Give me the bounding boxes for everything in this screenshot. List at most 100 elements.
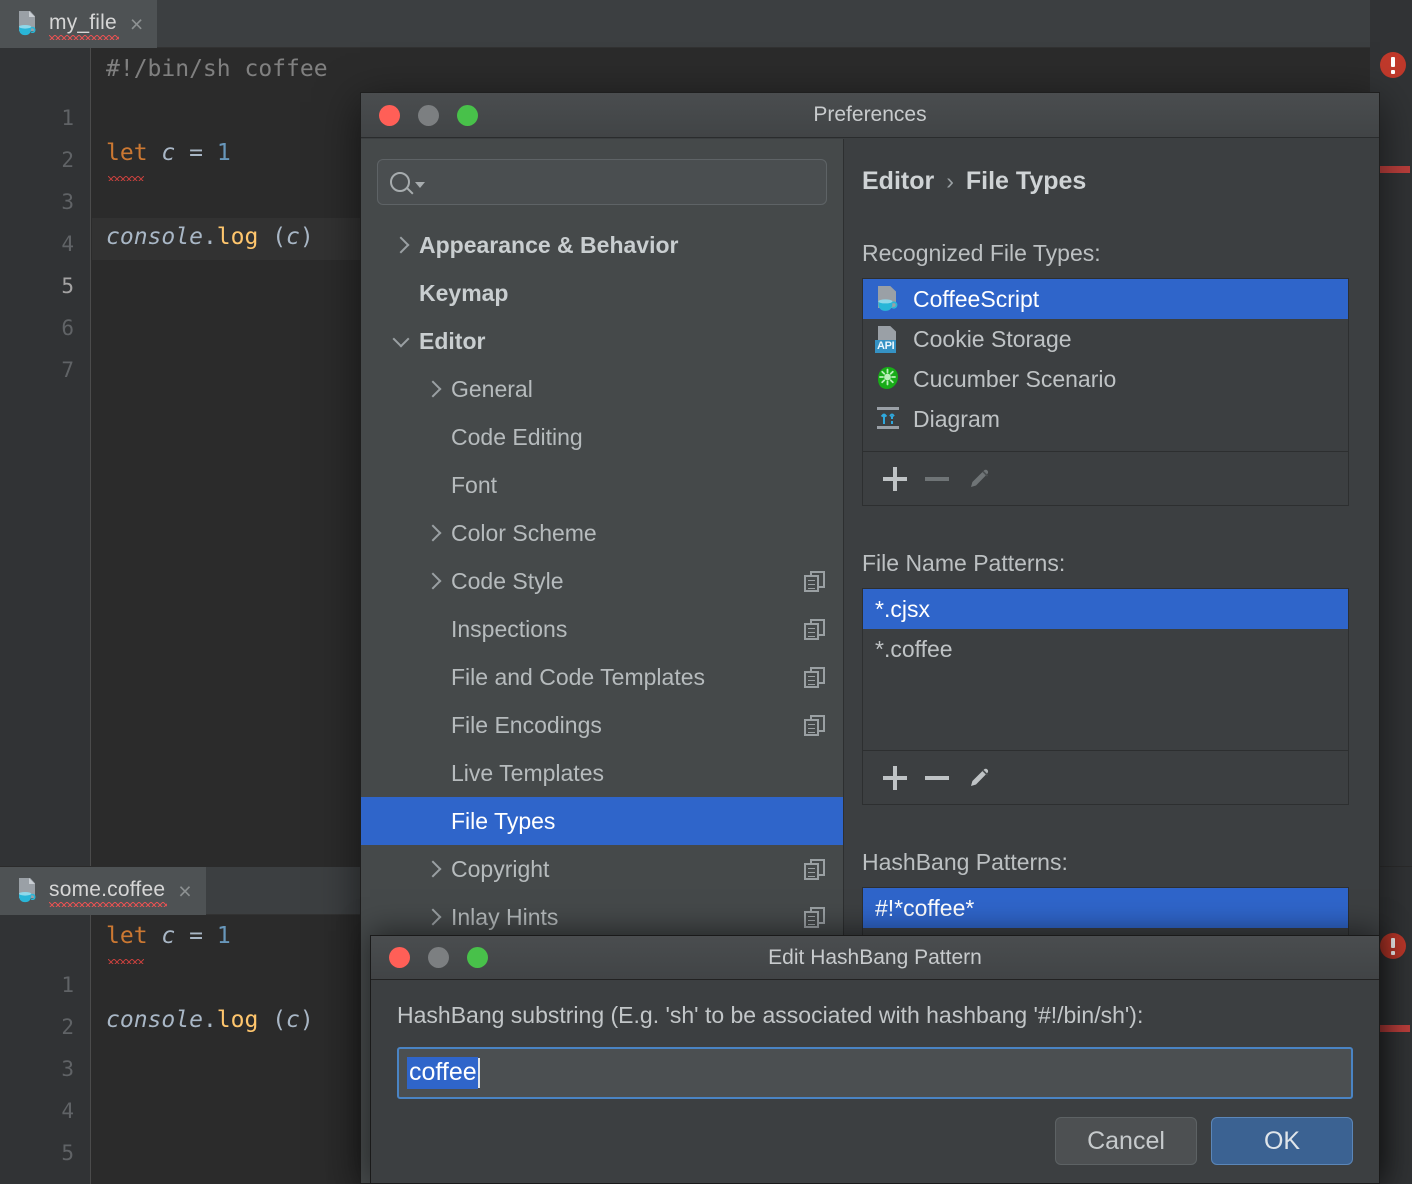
hashbang-substring-input[interactable]: coffee bbox=[397, 1047, 1353, 1099]
file-name-patterns-listbox[interactable]: *.cjsx *.coffee bbox=[862, 588, 1349, 805]
sidebar-item-live-templates[interactable]: Live Templates bbox=[361, 749, 843, 797]
editor-gutter-bottom: 1 2 3 4 5 6 bbox=[0, 915, 91, 1184]
sidebar-item-label: Appearance & Behavior bbox=[419, 231, 679, 258]
chevron-right-icon[interactable] bbox=[391, 234, 413, 256]
line-number: 6 bbox=[61, 316, 74, 340]
edit-file-type-button[interactable] bbox=[967, 466, 993, 492]
tab-my-file[interactable]: my_file × bbox=[0, 0, 158, 48]
copy-settings-icon[interactable] bbox=[804, 570, 825, 592]
remove-pattern-button[interactable] bbox=[925, 775, 949, 780]
coffeescript-file-icon bbox=[16, 11, 40, 37]
line-number: 1 bbox=[61, 106, 74, 130]
file-type-name: Cucumber Scenario bbox=[913, 365, 1117, 392]
recognized-file-type-row[interactable]: API Cookie Storage bbox=[863, 319, 1348, 359]
line-number: 3 bbox=[61, 190, 74, 214]
sidebar-item-appearance-behavior[interactable]: Appearance & Behavior bbox=[361, 221, 843, 269]
hashbang-pattern-row[interactable]: #!*coffee* bbox=[863, 888, 1348, 928]
sidebar-item-code-style[interactable]: Code Style bbox=[361, 557, 843, 605]
recognized-file-type-row[interactable]: Diagram bbox=[863, 399, 1348, 439]
maximize-window-button[interactable] bbox=[467, 947, 488, 968]
hashbang-input-value: coffee bbox=[407, 1057, 478, 1089]
error-badge-icon[interactable] bbox=[1380, 933, 1406, 959]
minimize-window-button[interactable] bbox=[428, 947, 449, 968]
chevron-right-icon[interactable] bbox=[423, 570, 445, 592]
recognized-file-type-row[interactable]: Cucumber Scenario bbox=[863, 359, 1348, 399]
file-name-pattern-value: *.coffee bbox=[875, 635, 953, 662]
search-icon bbox=[390, 172, 425, 192]
file-name-pattern-row[interactable]: *.cjsx bbox=[863, 589, 1348, 629]
recognized-file-types-label: Recognized File Types: bbox=[862, 240, 1101, 266]
chevron-down-icon[interactable] bbox=[391, 330, 413, 352]
sidebar-item-label: Copyright bbox=[451, 855, 550, 882]
chevron-right-icon[interactable] bbox=[423, 522, 445, 544]
search-input[interactable] bbox=[377, 159, 827, 205]
breadcrumb-current: File Types bbox=[965, 167, 1087, 195]
search-field[interactable] bbox=[433, 170, 814, 194]
breadcrumb: Editor › File Types bbox=[862, 167, 1349, 196]
sidebar-item-inlay-hints[interactable]: Inlay Hints bbox=[361, 893, 843, 941]
sidebar-item-keymap[interactable]: Keymap bbox=[361, 269, 843, 317]
sidebar-item-color-scheme[interactable]: Color Scheme bbox=[361, 509, 843, 557]
tab-error-squiggle bbox=[49, 35, 119, 40]
sidebar-item-label: General bbox=[451, 375, 533, 402]
preferences-titlebar: Preferences bbox=[361, 93, 1379, 138]
copy-settings-icon[interactable] bbox=[804, 714, 825, 736]
file-name-pattern-row[interactable]: *.coffee bbox=[863, 629, 1348, 669]
sidebar-item-label: Code Editing bbox=[451, 423, 583, 450]
breadcrumb-parent[interactable]: Editor bbox=[862, 167, 934, 196]
sidebar-item-general[interactable]: General bbox=[361, 365, 843, 413]
minimize-window-button[interactable] bbox=[418, 105, 439, 126]
chevron-right-icon[interactable] bbox=[423, 906, 445, 928]
remove-file-type-button bbox=[925, 476, 949, 481]
line-number: 3 bbox=[61, 1057, 74, 1081]
copy-settings-icon[interactable] bbox=[804, 906, 825, 928]
close-window-button[interactable] bbox=[389, 947, 410, 968]
file-name-pattern-value: *.cjsx bbox=[875, 595, 930, 622]
recognized-file-type-row[interactable]: CoffeeScript bbox=[863, 279, 1348, 319]
code-error-squiggle bbox=[108, 959, 144, 964]
line-number: 7 bbox=[61, 358, 74, 382]
sidebar-item-file-types[interactable]: File Types bbox=[361, 797, 843, 845]
recognized-file-types-listbox[interactable]: CoffeeScript API Cookie Storage Cucumber Sc… bbox=[862, 278, 1349, 506]
file-type-name: Cookie Storage bbox=[913, 325, 1072, 352]
edit-hashbang-titlebar: Edit HashBang Pattern bbox=[371, 936, 1379, 980]
copy-settings-icon[interactable] bbox=[804, 858, 825, 880]
sidebar-item-file-encodings[interactable]: File Encodings bbox=[361, 701, 843, 749]
sidebar-item-font[interactable]: Font bbox=[361, 461, 843, 509]
sidebar-item-copyright[interactable]: Copyright bbox=[361, 845, 843, 893]
sidebar-item-inspections[interactable]: Inspections bbox=[361, 605, 843, 653]
ok-button[interactable]: OK bbox=[1211, 1117, 1353, 1165]
window-controls bbox=[389, 947, 488, 968]
copy-settings-icon[interactable] bbox=[804, 618, 825, 640]
sidebar-item-label: File Encodings bbox=[451, 711, 602, 738]
close-window-button[interactable] bbox=[379, 105, 400, 126]
sidebar-item-file-and-code-templates[interactable]: File and Code Templates bbox=[361, 653, 843, 701]
edit-pattern-button[interactable] bbox=[967, 765, 993, 791]
window-title: Preferences bbox=[813, 103, 927, 126]
line-number: 5 bbox=[61, 1141, 74, 1165]
line-number: 1 bbox=[61, 973, 74, 997]
maximize-window-button[interactable] bbox=[457, 105, 478, 126]
sidebar-item-label: Inlay Hints bbox=[451, 903, 559, 930]
chevron-right-icon[interactable] bbox=[423, 378, 445, 400]
line-number: 4 bbox=[61, 232, 74, 256]
coffeescript-file-icon bbox=[875, 285, 901, 313]
error-badge-icon[interactable] bbox=[1380, 52, 1406, 78]
tab-some-coffee[interactable]: some.coffee × bbox=[0, 867, 206, 915]
cancel-button[interactable]: Cancel bbox=[1055, 1117, 1197, 1165]
line-number: 5 bbox=[61, 274, 74, 298]
close-icon[interactable]: × bbox=[178, 879, 191, 903]
chevron-right-icon[interactable] bbox=[423, 858, 445, 880]
close-icon[interactable]: × bbox=[130, 12, 143, 36]
add-pattern-button[interactable] bbox=[883, 765, 907, 790]
sidebar-item-editor[interactable]: Editor bbox=[361, 317, 843, 365]
sidebar-item-code-editing[interactable]: Code Editing bbox=[361, 413, 843, 461]
add-file-type-button[interactable] bbox=[883, 466, 907, 491]
settings-tree: Appearance & Behavior Keymap Editor General… bbox=[361, 221, 843, 941]
copy-settings-icon[interactable] bbox=[804, 666, 825, 688]
